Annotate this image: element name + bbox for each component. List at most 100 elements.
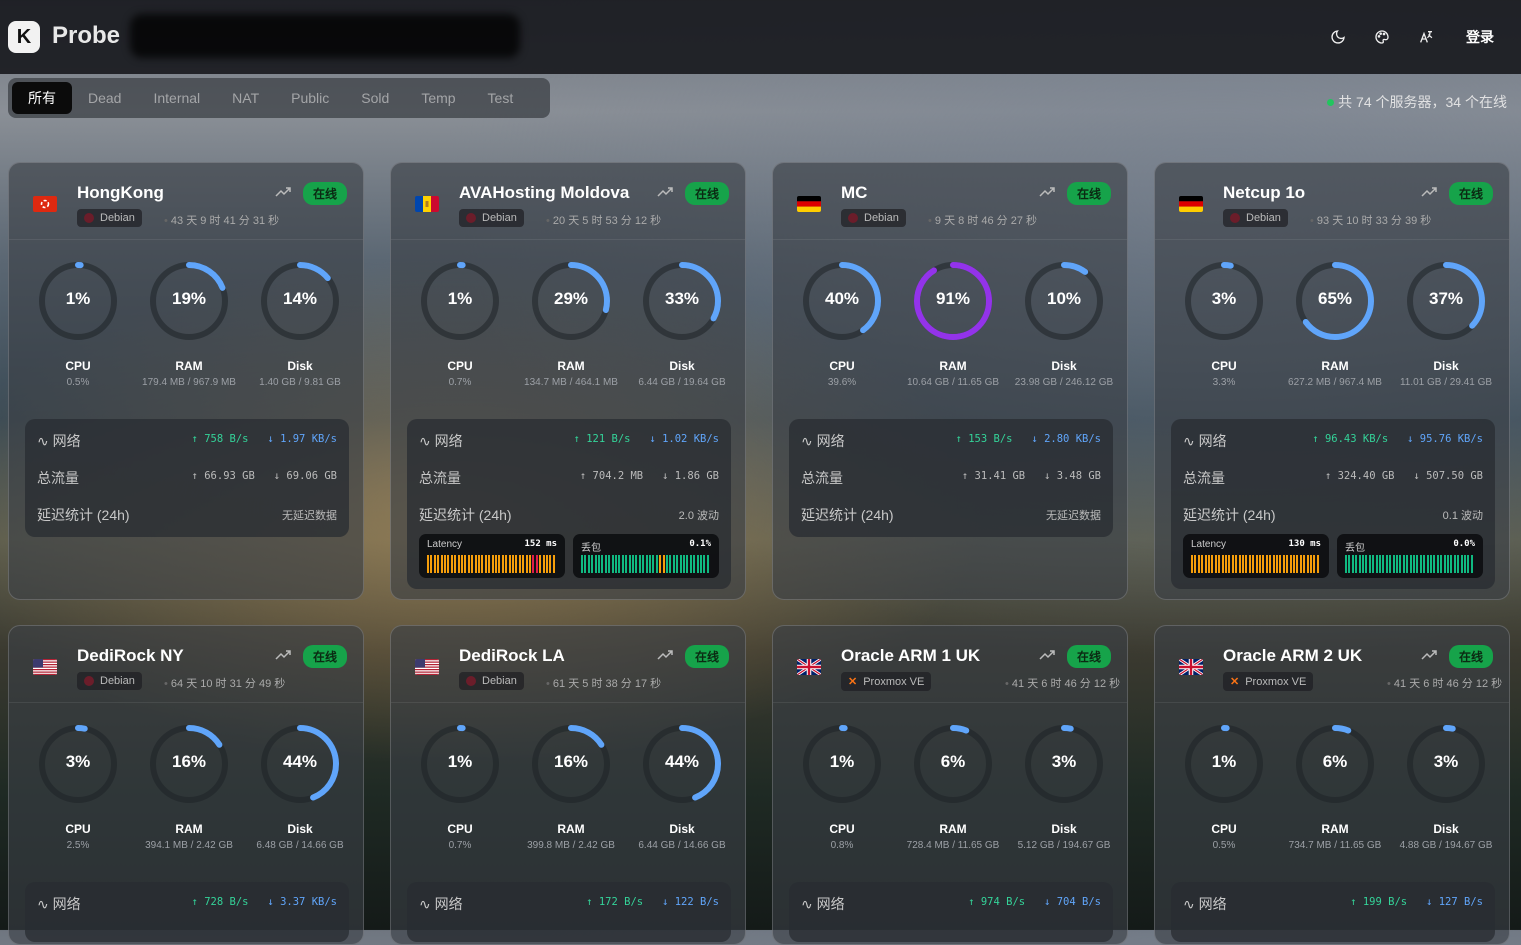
uptime: 61 天 5 时 38 分 17 秒 xyxy=(546,675,661,691)
loss-tick xyxy=(706,555,709,573)
loss-tick xyxy=(1355,555,1358,573)
ram-percent: 91% xyxy=(935,289,971,308)
filter-chip-nat[interactable]: NAT xyxy=(216,82,275,114)
latency-tick xyxy=(1225,555,1227,573)
loss-tick xyxy=(676,555,679,573)
loss-tick xyxy=(1464,555,1466,573)
disk-detail: 6.44 GB / 19.64 GB xyxy=(638,377,726,388)
trend-icon[interactable] xyxy=(1421,648,1437,664)
server-card[interactable]: Oracle ARM 1 UK 在线 ✕ Proxmox VE 41 天 6 时… xyxy=(772,625,1128,945)
loss-tick xyxy=(666,555,668,573)
disk-detail: 6.48 GB / 14.66 GB xyxy=(256,840,344,851)
disk-percent: 44% xyxy=(664,752,700,771)
latency-tick xyxy=(1248,555,1251,573)
server-card[interactable]: HongKong 在线 Debian 43 天 9 时 41 分 31 秒 1%… xyxy=(8,162,364,600)
loss-chart[interactable]: 丢包 0.1% xyxy=(573,534,719,578)
latency-tick xyxy=(1238,555,1241,573)
resource-gauges: 1% CPU 0.8% 6% RAM 728.4 MB / 11.65 GB 3… xyxy=(773,718,1127,868)
server-card[interactable]: DediRock LA 在线 Debian 61 天 5 时 38 分 17 秒… xyxy=(390,625,746,945)
latency-tick xyxy=(447,555,450,573)
card-header: Netcup 1o 在线 Debian 93 天 10 时 33 分 39 秒 xyxy=(1155,163,1509,240)
filter-chip-test[interactable]: Test xyxy=(472,82,530,114)
ram-detail: 399.8 MB / 2.42 GB xyxy=(527,840,615,851)
server-name[interactable]: Oracle ARM 2 UK xyxy=(1223,646,1362,666)
latency-tick xyxy=(518,555,521,573)
ram-label: RAM xyxy=(1321,822,1349,836)
trend-icon[interactable] xyxy=(1421,185,1437,201)
latency-chart[interactable]: Latency 130 ms xyxy=(1183,534,1329,578)
latency-tick xyxy=(1252,555,1255,573)
latency-summary: 2.0 波动 xyxy=(678,510,719,522)
loss-tick xyxy=(642,555,645,573)
server-name[interactable]: Netcup 1o xyxy=(1223,183,1305,203)
trend-icon[interactable] xyxy=(275,185,291,201)
server-name[interactable]: Oracle ARM 1 UK xyxy=(841,646,980,666)
server-name[interactable]: DediRock NY xyxy=(77,646,184,666)
cpu-gauge: 1% CPU 0.7% xyxy=(405,255,515,388)
latency-tick xyxy=(1293,555,1295,573)
loss-tick xyxy=(659,555,662,573)
filter-chip-internal[interactable]: Internal xyxy=(137,82,216,114)
palette-icon[interactable] xyxy=(1371,26,1393,48)
activity-icon: ∿ xyxy=(37,433,53,449)
latency-chart-title: Latency xyxy=(1191,539,1227,550)
server-card[interactable]: Netcup 1o 在线 Debian 93 天 10 时 33 分 39 秒 … xyxy=(1154,162,1510,600)
loss-tick xyxy=(683,555,685,573)
server-card[interactable]: DediRock NY 在线 Debian 64 天 10 时 31 分 49 … xyxy=(8,625,364,945)
card-header: DediRock LA 在线 Debian 61 天 5 时 38 分 17 秒 xyxy=(391,626,745,703)
network-row: ∿ 网络 ↑ 758 B/s ↓ 1.97 KB/s xyxy=(25,419,349,456)
filter-chip-dead[interactable]: Dead xyxy=(72,82,137,114)
ram-label: RAM xyxy=(557,822,585,836)
loss-chart-title: 丢包 xyxy=(1345,543,1365,554)
brand-title[interactable]: Probe xyxy=(52,22,120,50)
uptime: 9 天 8 时 46 分 27 秒 xyxy=(928,212,1037,228)
activity-icon: ∿ xyxy=(37,896,53,912)
filter-chip-public[interactable]: Public xyxy=(275,82,345,114)
latency-chart[interactable]: Latency 152 ms xyxy=(419,534,565,578)
status-badge: 在线 xyxy=(1448,645,1493,668)
ram-label: RAM xyxy=(557,359,585,373)
filter-chip-all[interactable]: 所有 xyxy=(12,82,72,114)
latency-tick xyxy=(1289,555,1292,573)
loss-chart[interactable]: 丢包 0.0% xyxy=(1337,534,1483,578)
trend-icon[interactable] xyxy=(657,648,673,664)
upload-speed: ↑ 758 B/s xyxy=(191,433,249,445)
server-card[interactable]: AVAHosting Moldova 在线 Debian 20 天 5 时 53… xyxy=(390,162,746,600)
moon-icon[interactable] xyxy=(1327,26,1349,48)
os-name: Proxmox VE xyxy=(863,675,925,688)
network-panel: ∿ 网络 ↑ 172 B/s ↓ 122 B/s xyxy=(407,882,731,942)
trend-icon[interactable] xyxy=(1039,185,1055,201)
login-button[interactable]: 登录 xyxy=(1466,27,1494,47)
latency-tick xyxy=(1214,555,1217,573)
server-card[interactable]: Oracle ARM 2 UK 在线 ✕ Proxmox VE 41 天 6 时… xyxy=(1154,625,1510,945)
server-card[interactable]: MC 在线 Debian 9 天 8 时 46 分 27 秒 40% CPU 3… xyxy=(772,162,1128,600)
latency-tick xyxy=(1221,555,1224,573)
loss-tick xyxy=(1385,555,1388,573)
traffic-total: ↑ 324.40 GB ↓ 507.50 GB xyxy=(1325,470,1483,482)
cpu-gauge: 1% CPU 0.7% xyxy=(405,718,515,851)
loss-tick xyxy=(696,555,699,573)
flag-icon xyxy=(1179,659,1203,675)
ram-percent: 29% xyxy=(553,289,589,308)
trend-icon[interactable] xyxy=(1039,648,1055,664)
latency-tick xyxy=(501,555,504,573)
filter-chip-sold[interactable]: Sold xyxy=(345,82,405,114)
trend-icon[interactable] xyxy=(275,648,291,664)
cpu-detail: 0.8% xyxy=(830,840,854,851)
network-panel: ∿ 网络 ↑ 96.43 KB/s ↓ 95.76 KB/s 总流量 ↑ 324… xyxy=(1171,419,1495,589)
latency-tick xyxy=(535,555,538,573)
latency-tick xyxy=(471,555,474,573)
latency-label: 延迟统计 (24h) xyxy=(419,507,512,523)
trend-icon[interactable] xyxy=(657,185,673,201)
server-name[interactable]: DediRock LA xyxy=(459,646,565,666)
filter-chip-temp[interactable]: Temp xyxy=(405,82,471,114)
latency-tick xyxy=(437,555,440,573)
logo[interactable]: K xyxy=(8,21,40,53)
translate-icon[interactable] xyxy=(1415,26,1437,48)
server-name[interactable]: MC xyxy=(841,183,867,203)
latency-tick xyxy=(1194,555,1197,573)
server-name[interactable]: AVAHosting Moldova xyxy=(459,183,629,203)
cpu-gauge: 40% CPU 39.6% xyxy=(787,255,897,388)
server-name[interactable]: HongKong xyxy=(77,183,164,203)
latency-tick xyxy=(457,555,460,573)
